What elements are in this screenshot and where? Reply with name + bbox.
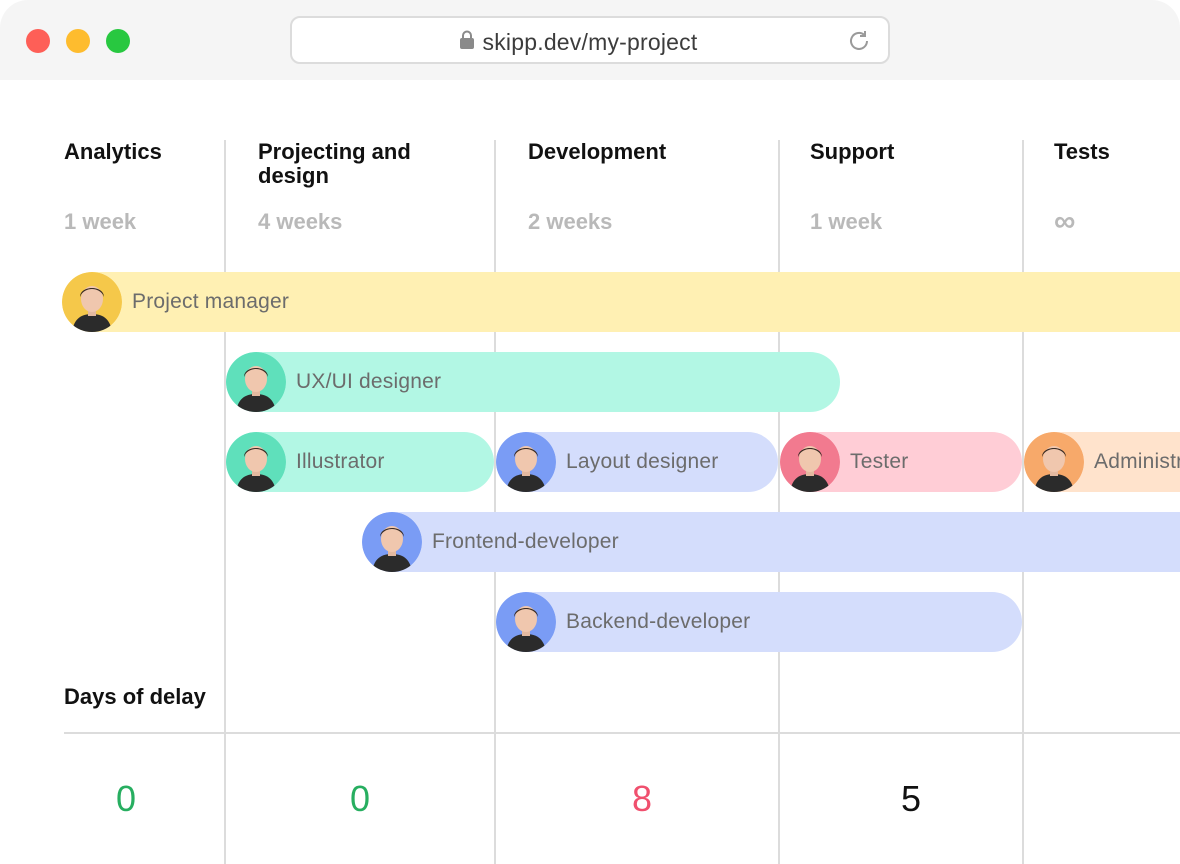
close-window-button[interactable] <box>26 29 50 53</box>
role-label: Frontend-developer <box>432 530 619 553</box>
column-divider <box>1022 140 1024 864</box>
phase-title-tests: Tests <box>1054 139 1110 164</box>
avatar <box>362 512 422 572</box>
role-label: Administrator <box>1094 450 1180 473</box>
delay-value-development: 8 <box>631 778 653 819</box>
person-avatar-icon <box>362 512 422 572</box>
days-of-delay-title: Days of delay <box>64 684 206 709</box>
column-divider <box>494 140 496 864</box>
avatar <box>62 272 122 332</box>
maximize-window-button[interactable] <box>106 29 130 53</box>
phase-title-projecting: Projecting and design <box>258 139 411 188</box>
role-label: UX/UI designer <box>296 370 442 393</box>
person-avatar-icon <box>226 432 286 492</box>
role-bar-frontend-developer[interactable]: Frontend-developer <box>362 512 1180 572</box>
phase-title-analytics: Analytics <box>64 139 162 164</box>
person-avatar-icon <box>226 352 286 412</box>
delay-value-projecting: 0 <box>349 778 371 819</box>
minimize-window-button[interactable] <box>66 29 90 53</box>
person-avatar-icon <box>1024 432 1084 492</box>
column-divider <box>778 140 780 864</box>
role-label: Project manager <box>132 290 290 313</box>
phase-duration-projecting: 4 weeks <box>258 209 343 234</box>
role-label: Tester <box>850 450 909 473</box>
role-bar-backend-developer[interactable]: Backend-developer <box>496 592 1022 652</box>
address-bar[interactable]: skipp.dev/my-project <box>290 16 890 64</box>
delay-value-support: 5 <box>900 778 922 819</box>
phase-duration-development: 2 weeks <box>528 209 613 234</box>
phase-title-support: Support <box>810 139 895 164</box>
phase-duration-tests: ∞ <box>1054 205 1076 238</box>
role-label: Backend-developer <box>566 610 751 633</box>
column-divider <box>224 140 226 864</box>
role-bar-project-manager[interactable]: Project manager <box>62 272 1180 332</box>
browser-titlebar: skipp.dev/my-project <box>0 0 1180 80</box>
person-avatar-icon <box>62 272 122 332</box>
person-avatar-icon <box>780 432 840 492</box>
phase-title-development: Development <box>528 139 667 164</box>
phase-duration-analytics: 1 week <box>64 209 137 234</box>
browser-window: skipp.dev/my-project Analytics Projectin… <box>0 0 1180 864</box>
phase-duration-support: 1 week <box>810 209 883 234</box>
delay-value-analytics: 0 <box>115 778 137 819</box>
avatar <box>1024 432 1084 492</box>
url-text: skipp.dev/my-project <box>482 29 698 55</box>
avatar <box>780 432 840 492</box>
avatar <box>496 432 556 492</box>
person-avatar-icon <box>496 592 556 652</box>
reload-icon[interactable] <box>846 28 872 54</box>
delay-divider <box>64 732 1180 734</box>
person-avatar-icon <box>496 432 556 492</box>
avatar <box>226 352 286 412</box>
role-bar-ux-ui-designer[interactable]: UX/UI designer <box>226 352 840 412</box>
avatar <box>226 432 286 492</box>
role-label: Illustrator <box>296 450 385 473</box>
role-label: Layout designer <box>566 450 719 473</box>
avatar <box>496 592 556 652</box>
